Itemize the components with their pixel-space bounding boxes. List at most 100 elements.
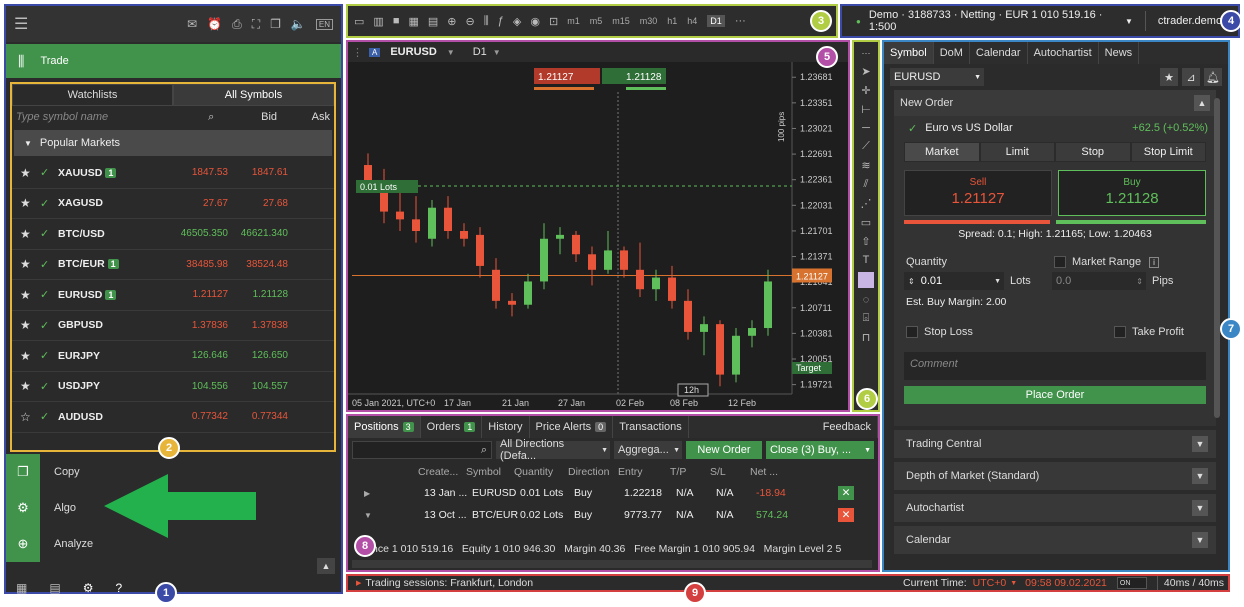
column-header[interactable]: S/L — [710, 466, 750, 478]
stepper-icon[interactable]: ⇕ — [908, 277, 915, 286]
text-icon[interactable]: T — [854, 254, 878, 266]
order-type-stop[interactable]: Stop — [1055, 142, 1131, 162]
tab-orders[interactable]: Orders 1 — [421, 416, 483, 438]
favorite-star-icon[interactable]: ★ — [20, 349, 40, 363]
expand-icon[interactable]: ▼ — [1192, 500, 1208, 516]
column-header[interactable]: Symbol — [466, 466, 514, 478]
column-header[interactable]: Quantity — [514, 466, 568, 478]
favorite-star-icon[interactable]: ★ — [20, 196, 40, 210]
sound-icon[interactable]: 🔈 — [291, 17, 306, 31]
tab-dom[interactable]: DoM — [934, 42, 970, 64]
layers-icon[interactable]: ◈ — [513, 15, 521, 28]
trading-sessions[interactable]: Trading sessions: Frankfurt, London — [365, 577, 533, 589]
crosshair-icon[interactable]: ✛ — [854, 84, 878, 97]
favorite-star-icon[interactable]: ★ — [20, 288, 40, 302]
column-header[interactable]: Direction — [568, 466, 618, 478]
expand-icon[interactable]: ▼ — [1192, 468, 1208, 484]
account-info[interactable]: Demo · 3188733 · Netting · EUR 1 010 519… — [869, 9, 1113, 33]
timeframe-h4[interactable]: h4 — [687, 16, 697, 26]
chart-layout-icon[interactable]: ▥ — [373, 15, 383, 28]
drag-handle-icon[interactable]: ⋮ — [352, 46, 363, 59]
eye-icon[interactable]: ◉ — [530, 15, 540, 28]
timeframe-h1[interactable]: h1 — [667, 16, 677, 26]
order-type-stop-limit[interactable]: Stop Limit — [1130, 142, 1206, 162]
close-positions-button[interactable]: Close (3) Buy, ... ▼ — [766, 441, 874, 459]
pitchfork-icon[interactable]: ⫽ — [854, 178, 878, 191]
place-order-button[interactable]: Place Order — [904, 386, 1206, 404]
windows-icon[interactable]: ❐ — [270, 17, 281, 31]
favorite-star-icon[interactable]: ★ — [20, 257, 40, 271]
mail-icon[interactable]: ✉ — [187, 17, 197, 31]
chart-icon[interactable]: ⊿ — [1182, 68, 1200, 86]
symbol-search-input[interactable]: Type symbol name — [16, 111, 208, 123]
chart-symbol[interactable]: EURUSD — [390, 46, 436, 58]
trendline-icon[interactable]: ⟋ — [854, 140, 878, 153]
arrow-up-icon[interactable]: ⇧ — [854, 235, 878, 248]
camera-icon[interactable]: ⌻ — [854, 312, 878, 325]
section-depth-of-market-standard-[interactable]: Depth of Market (Standard) ▼ — [894, 462, 1216, 490]
favorite-star-icon[interactable]: ☆ — [20, 410, 40, 424]
circle-icon[interactable]: ◌ — [854, 294, 878, 306]
fibonacci-icon[interactable]: ≋ — [854, 159, 878, 172]
range-input[interactable]: 0.0 ⇕ — [1052, 272, 1146, 290]
direction-filter[interactable]: All Directions (Defa... ▼ — [496, 438, 610, 462]
favorite-star-icon[interactable]: ★ — [20, 166, 40, 180]
close-position-icon[interactable]: ✕ — [838, 486, 854, 500]
trade-section[interactable]: ⫼ Trade — [6, 44, 341, 78]
symbol-row[interactable]: ★ ✓ BTC/USD 46505.350 46621.340 — [12, 219, 334, 250]
zoom-in-icon[interactable]: ⊕ — [447, 15, 456, 28]
hamburger-menu-icon[interactable]: ☰ — [14, 14, 28, 34]
favorite-star-icon[interactable]: ★ — [20, 227, 40, 241]
stop-loss-checkbox[interactable] — [906, 326, 918, 338]
info-icon[interactable]: i — [1149, 256, 1159, 268]
sell-button[interactable]: Sell 1.21127 — [904, 170, 1052, 216]
collapse-icon[interactable]: ▲ — [1194, 95, 1210, 111]
new-order-button[interactable]: New Order — [686, 441, 762, 459]
tab-news[interactable]: News — [1099, 42, 1140, 64]
tab-calendar[interactable]: Calendar — [970, 42, 1028, 64]
column-header[interactable]: Net ... — [750, 466, 800, 478]
timeframe-D1[interactable]: D1 — [707, 15, 725, 27]
horizontal-line-icon[interactable]: ⊢ — [854, 103, 878, 116]
take-profit-checkbox[interactable] — [1114, 326, 1126, 338]
tz-dropdown-icon[interactable]: ▼ — [1010, 580, 1017, 587]
section-calendar[interactable]: Calendar ▼ — [894, 526, 1216, 554]
lots-label-group[interactable]: 0.01 Lots — [356, 180, 418, 193]
right-scrollbar[interactable] — [1214, 98, 1220, 418]
line-icon[interactable]: ─ — [854, 122, 878, 134]
timeframe-m30[interactable]: m30 — [640, 16, 658, 26]
timeframe-m1[interactable]: m1 — [567, 16, 580, 26]
column-header[interactable]: Entry — [618, 466, 670, 478]
split-chart-icon[interactable]: ▤ — [428, 15, 438, 28]
symbol-dropdown-icon[interactable]: ▼ — [447, 48, 455, 57]
grid-chart-icon[interactable]: ▦ — [408, 15, 418, 28]
symbol-row[interactable]: ★ ✓ XAUUSD 1 1847.53 1847.61 — [12, 158, 334, 189]
favorite-star-icon[interactable]: ★ — [20, 318, 40, 332]
symbol-row[interactable]: ★ ✓ EURUSD 1 1.21127 1.21128 — [12, 280, 334, 311]
timeframe-dropdown-icon[interactable]: ▼ — [493, 48, 501, 57]
help-icon[interactable]: ? — [115, 581, 122, 595]
order-type-market[interactable]: Market — [904, 142, 980, 162]
expand-icon[interactable]: ▼ — [1192, 436, 1208, 452]
tab-transactions[interactable]: Transactions — [613, 416, 689, 438]
single-chart-icon[interactable]: ■ — [393, 15, 400, 27]
timezone-select[interactable]: UTC+0 — [973, 577, 1007, 589]
cursor-icon[interactable]: ➤ — [854, 65, 878, 78]
symbol-row[interactable]: ★ ✓ XAGUSD 27.67 27.68 — [12, 189, 334, 219]
positions-scrollbar[interactable] — [352, 560, 872, 568]
favorite-icon[interactable]: ★ — [1160, 68, 1178, 86]
alert-icon[interactable]: ⏰ — [207, 17, 222, 31]
drag-handle-icon[interactable]: ⋯ — [854, 48, 878, 59]
tab-symbol[interactable]: Symbol — [884, 42, 934, 64]
position-row[interactable]: ▶ 13 Jan ... EURUSD 0.01 Lots Buy 1.22218 N/A N… — [348, 482, 878, 504]
aggregate-filter[interactable]: Aggrega... ▼ — [614, 441, 682, 459]
group-popular-markets[interactable]: ▼ Popular Markets — [14, 130, 332, 156]
print-icon[interactable]: ⎙ — [232, 17, 242, 32]
more-icon[interactable]: ··· — [735, 15, 746, 27]
timeframe-m5[interactable]: m5 — [590, 16, 603, 26]
expand-icon[interactable]: ▼ — [1192, 532, 1208, 548]
cbot-icon[interactable]: ▦ — [16, 581, 27, 595]
chart-type-icon[interactable]: ⫼ — [484, 15, 489, 28]
quantity-stepper[interactable]: ⇕ 0.01 ▼ — [904, 272, 1004, 290]
user-name[interactable]: ctrader.demo — [1158, 15, 1222, 27]
